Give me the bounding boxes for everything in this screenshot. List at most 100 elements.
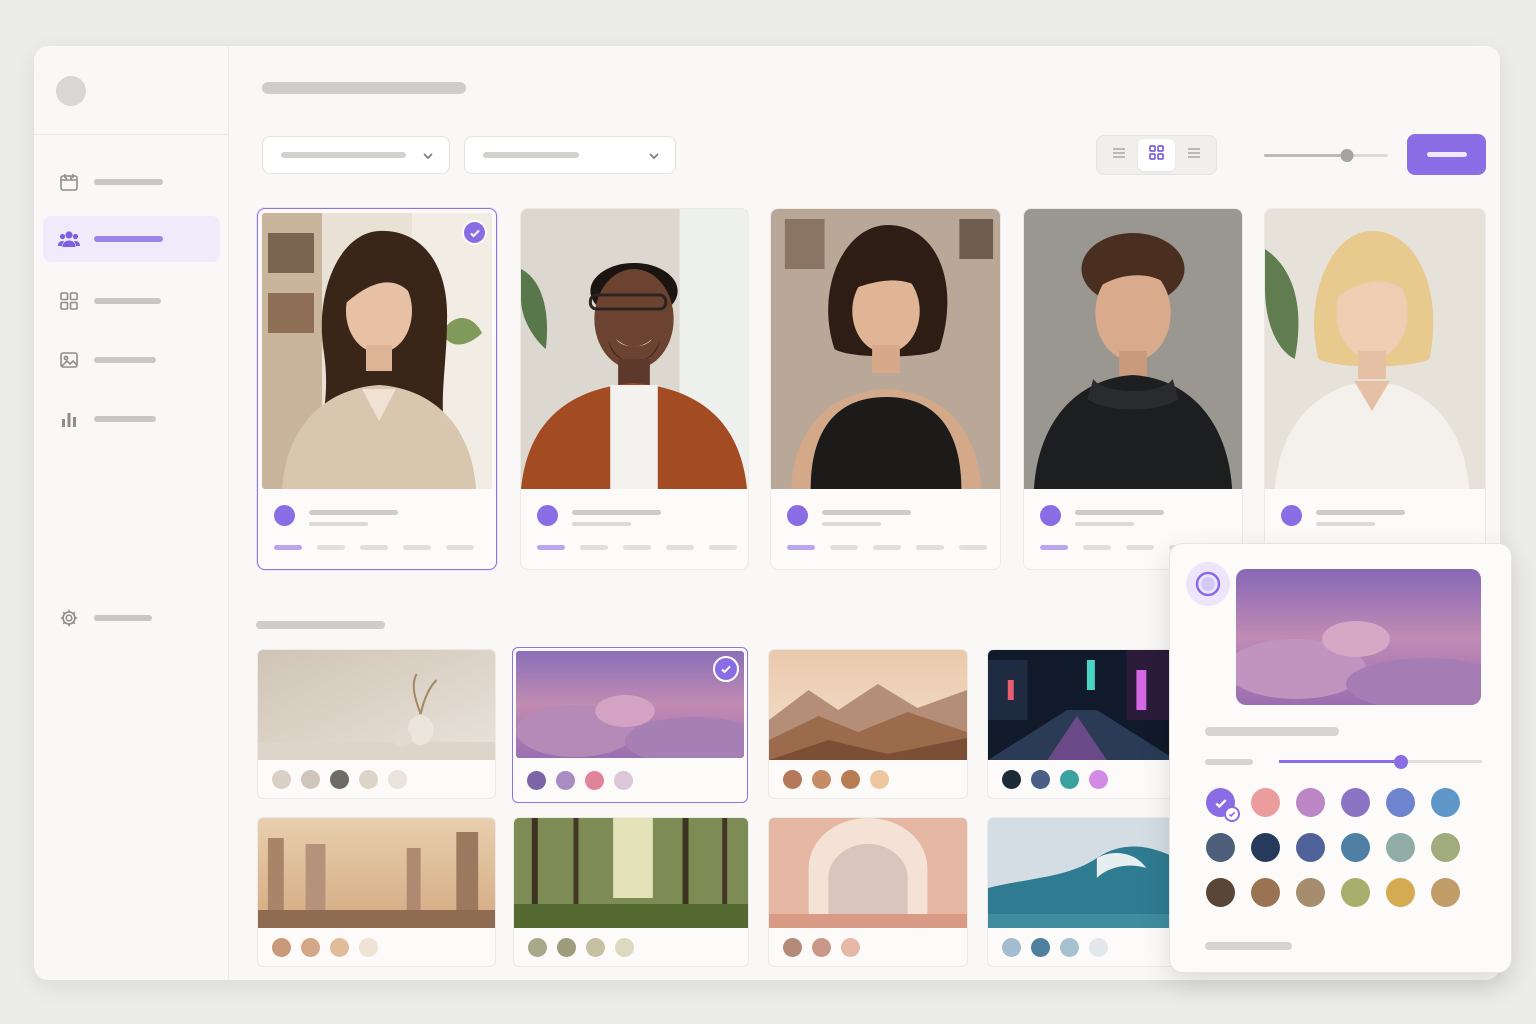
color-swatch[interactable] (1431, 833, 1460, 862)
color-swatch[interactable] (1206, 788, 1240, 822)
color-swatch[interactable] (1206, 833, 1235, 862)
background-thumbnail (258, 818, 495, 928)
sidebar-item-calendar[interactable] (43, 159, 220, 205)
color-picker-popover (1169, 543, 1512, 973)
color-swatch[interactable] (1296, 878, 1325, 907)
selected-check-icon (462, 220, 487, 245)
status-dot (787, 505, 808, 526)
tag (787, 545, 815, 550)
color-swatch[interactable] (1341, 788, 1370, 817)
background-card[interactable] (512, 647, 748, 803)
swatch (1002, 770, 1021, 789)
color-swatch[interactable] (1386, 788, 1415, 817)
swatch (272, 770, 291, 789)
view-mode-toggle (1096, 135, 1217, 175)
chevron-down-icon (421, 149, 435, 168)
filter-select-1[interactable] (262, 136, 450, 174)
swatch (585, 771, 604, 790)
background-card[interactable] (987, 649, 1177, 799)
select-value (281, 152, 406, 158)
swatch (557, 938, 576, 957)
sidebar-item-analytics[interactable] (43, 396, 220, 442)
background-card[interactable] (257, 817, 496, 967)
swatch (1060, 938, 1079, 957)
avatar-card[interactable] (257, 208, 497, 570)
background-card[interactable] (768, 817, 968, 967)
name-placeholder (572, 510, 661, 515)
app-logo (56, 76, 86, 106)
portrait-photo (1265, 209, 1485, 489)
background-card[interactable] (513, 817, 749, 967)
swatch (586, 938, 605, 957)
selected-check-icon (713, 656, 739, 682)
sidebar-item-people[interactable] (43, 216, 220, 262)
swatch (1031, 770, 1050, 789)
swatch (301, 770, 320, 789)
slider-knob[interactable] (1340, 149, 1354, 162)
grid-view-button[interactable] (1137, 139, 1176, 171)
swatch (1089, 938, 1108, 957)
avatar-card[interactable] (520, 208, 749, 570)
background-card[interactable] (987, 817, 1177, 967)
palette-swatches (272, 770, 407, 789)
subtitle-placeholder (309, 522, 368, 526)
swatch (783, 938, 802, 957)
background-preview (1236, 569, 1481, 705)
swatch (359, 938, 378, 957)
subtitle-placeholder (572, 522, 631, 526)
primary-action-button[interactable] (1407, 134, 1486, 175)
color-swatch[interactable] (1251, 833, 1280, 862)
background-card[interactable] (768, 649, 968, 799)
portrait-photo (521, 209, 748, 489)
swatch (330, 938, 349, 957)
swatch (272, 938, 291, 957)
swatch (1002, 938, 1021, 957)
color-swatch[interactable] (1296, 833, 1325, 862)
sidebar-item-label (94, 179, 163, 185)
avatar-card[interactable] (770, 208, 1001, 570)
calendar-icon (58, 171, 80, 193)
slider-knob[interactable] (1393, 755, 1408, 769)
slider-fill (1264, 154, 1348, 157)
color-swatch[interactable] (1341, 878, 1370, 907)
users-icon (58, 228, 80, 250)
color-swatch[interactable] (1386, 878, 1415, 907)
color-swatch[interactable] (1206, 878, 1235, 907)
thumbnail-size-slider[interactable] (1264, 149, 1388, 162)
color-swatch[interactable] (1296, 788, 1325, 817)
color-swatch[interactable] (1251, 878, 1280, 907)
portrait-photo (1024, 209, 1242, 489)
swatch (841, 770, 860, 789)
list-view-button[interactable] (1100, 139, 1138, 171)
subtitle-placeholder (1075, 522, 1134, 526)
background-thumbnail (769, 650, 967, 760)
color-swatch[interactable] (1341, 833, 1370, 862)
details-view-button[interactable] (1175, 139, 1213, 171)
tag-row (537, 545, 737, 550)
filter-select-2[interactable] (464, 136, 676, 174)
avatar-card[interactable] (1023, 208, 1243, 570)
radio-button[interactable] (1186, 562, 1230, 606)
palette-swatches (783, 770, 889, 789)
section-label (1205, 727, 1339, 736)
name-placeholder (822, 510, 911, 515)
tag (709, 545, 737, 550)
color-swatch[interactable] (1431, 788, 1460, 817)
tag (537, 545, 565, 550)
tag (317, 545, 345, 550)
sidebar-item-images[interactable] (43, 337, 220, 383)
background-thumbnail (769, 818, 967, 928)
sidebar-item-label (94, 357, 156, 363)
color-swatch[interactable] (1251, 788, 1280, 817)
opacity-slider[interactable] (1279, 755, 1482, 769)
avatar-card[interactable] (1264, 208, 1486, 570)
color-swatch[interactable] (1386, 833, 1415, 862)
tag (873, 545, 901, 550)
sidebar-item-settings[interactable] (43, 595, 220, 641)
status-dot (1281, 505, 1302, 526)
swatch (870, 770, 889, 789)
selected-badge (1224, 806, 1240, 822)
background-card[interactable] (257, 649, 496, 799)
sidebar-item-grid[interactable] (43, 278, 220, 324)
color-swatch[interactable] (1431, 878, 1460, 907)
